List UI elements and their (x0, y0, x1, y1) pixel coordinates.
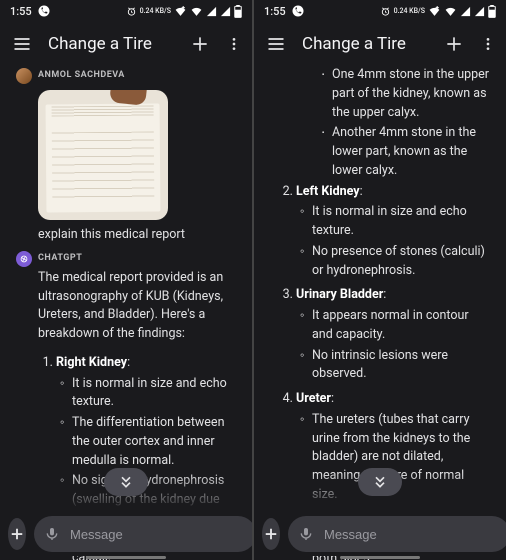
screen-right: 1:55 0.24 KB/S Change a Tire One 4mm sto… (254, 0, 506, 560)
page-title: Change a Tire (302, 34, 428, 54)
message-input[interactable] (70, 527, 246, 542)
signal-icon (206, 6, 217, 17)
chevron-double-down-icon (372, 474, 388, 490)
kebab-icon (226, 34, 242, 54)
wifi-icon (190, 6, 203, 17)
more-button[interactable] (226, 32, 242, 56)
finding-heading: Right Kidney (56, 355, 127, 370)
chevron-double-down-icon (118, 474, 134, 490)
wifi-plus-icon (428, 6, 441, 17)
user-label-row: ANMOL SACHDEVA (6, 66, 246, 86)
composer-bar (254, 508, 506, 556)
signal-icon (460, 6, 471, 17)
list-item: One 4mm stone in the upper part of the k… (322, 66, 492, 122)
user-prompt: explain this medical report (6, 226, 246, 249)
list-item: Another 4mm stone in the lower part, kno… (322, 124, 492, 180)
alarm-icon (380, 6, 391, 17)
finding-heading: Ureter (296, 391, 331, 406)
page-title: Change a Tire (48, 34, 174, 54)
alarm-icon (126, 6, 137, 17)
phone-icon (292, 5, 304, 17)
image-attachment[interactable] (38, 90, 168, 220)
finding-heading: Left Kidney (296, 184, 360, 199)
phone-icon (38, 5, 50, 17)
message-input[interactable] (324, 527, 500, 542)
list-item: It is normal in size and echo texture. (62, 375, 232, 413)
finding-item: Urinary Bladder: It appears normal in co… (296, 286, 492, 384)
mic-icon[interactable] (44, 526, 60, 542)
app-bar: Change a Tire (0, 22, 252, 66)
finding-heading: Urinary Bladder (296, 287, 383, 302)
more-button[interactable] (480, 32, 496, 56)
user-name: ANMOL SACHDEVA (38, 69, 125, 83)
list-item: No presence of stones (calculi) or hydro… (302, 243, 492, 281)
new-chat-button[interactable] (442, 32, 466, 56)
data-rate: 0.24 KB/S (140, 8, 171, 15)
attach-button[interactable] (8, 518, 26, 550)
kebab-icon (480, 34, 496, 54)
status-bar: 1:55 0.24 KB/S (254, 0, 506, 22)
signal-icon-2 (474, 6, 485, 17)
composer-bar (0, 508, 252, 556)
assistant-name: CHATGPT (38, 252, 82, 266)
nav-gesture-hint (340, 556, 420, 559)
signal-icon-2 (220, 6, 231, 17)
attach-button[interactable] (262, 518, 280, 550)
menu-button[interactable] (264, 32, 288, 56)
plus-icon (262, 525, 280, 543)
continued-sublist: One 4mm stone in the upper part of the k… (266, 66, 492, 181)
plus-icon (190, 34, 210, 54)
scroll-to-bottom-button[interactable] (358, 468, 402, 496)
battery-icon (488, 5, 496, 18)
user-avatar-icon (16, 68, 32, 84)
status-bar: 1:55 0.24 KB/S (0, 0, 252, 22)
battery-icon (234, 5, 242, 18)
mic-icon[interactable] (298, 526, 314, 542)
finding-item: Left Kidney: It is normal in size and ec… (296, 183, 492, 281)
message-input-container[interactable] (288, 516, 506, 552)
status-time: 1:55 (10, 5, 32, 18)
screen-left: 1:55 0.24 KB/S Change a Tire ANMOL SACHD… (0, 0, 252, 560)
wifi-icon (444, 6, 457, 17)
assistant-avatar-icon (16, 251, 32, 267)
response-intro: The medical report provided is an ultras… (38, 269, 232, 344)
findings-list: Left Kidney: It is normal in size and ec… (266, 183, 492, 560)
nav-gesture-hint (86, 556, 166, 559)
hamburger-icon (12, 34, 32, 54)
assistant-label-row: CHATGPT (6, 249, 246, 269)
scroll-to-bottom-button[interactable] (104, 468, 148, 496)
new-chat-button[interactable] (188, 32, 212, 56)
message-input-container[interactable] (34, 516, 252, 552)
list-item: It is normal in size and echo texture. (302, 203, 492, 241)
plus-icon (444, 34, 464, 54)
plus-icon (8, 525, 26, 543)
list-item: No intrinsic lesions were observed. (302, 347, 492, 385)
hamburger-icon (266, 34, 286, 54)
status-time: 1:55 (264, 5, 286, 18)
list-item: It appears normal in contour and capacit… (302, 307, 492, 345)
data-rate: 0.24 KB/S (394, 8, 425, 15)
app-bar: Change a Tire (254, 22, 506, 66)
menu-button[interactable] (10, 32, 34, 56)
wifi-plus-icon (174, 6, 187, 17)
list-item: The differentiation between the outer co… (62, 414, 232, 470)
